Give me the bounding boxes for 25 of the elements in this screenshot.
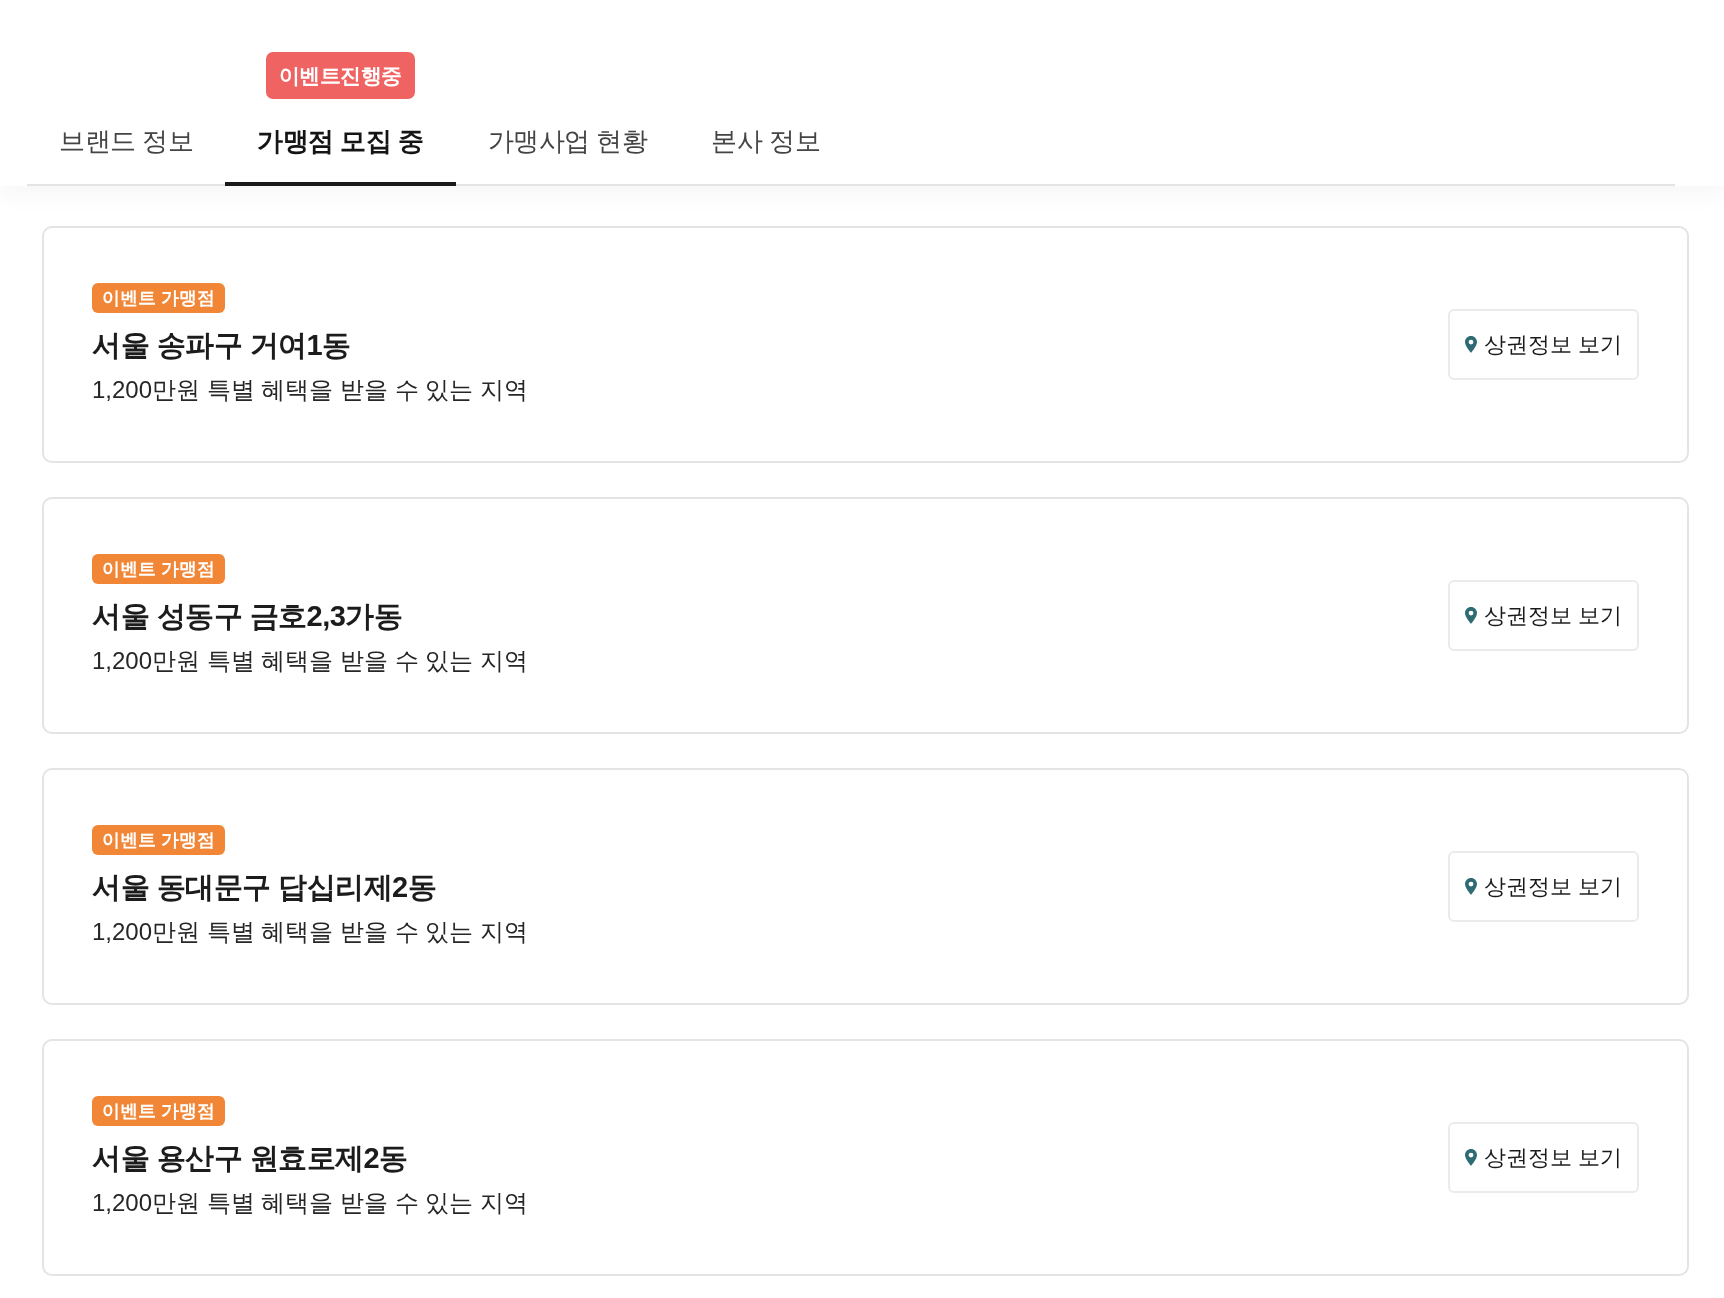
listing-title: 서울 동대문구 답십리제2동 [92,869,437,905]
area-info-button[interactable]: 상권정보 보기 [1448,851,1639,922]
listing-description: 1,200만원 특별 혜택을 받을 수 있는 지역 [92,645,529,676]
event-badge: 이벤트진행중 [265,52,415,99]
event-store-badge: 이벤트 가맹점 [92,553,225,584]
tab[interactable]: 브랜드 정보 [27,107,226,186]
location-pin-icon [1464,878,1477,895]
listing-description: 1,200만원 특별 혜택을 받을 수 있는 지역 [92,916,529,947]
listing-title: 서울 송파구 거여1동 [92,327,351,363]
listing-title: 서울 성동구 금호2,3가동 [92,598,403,634]
location-pin-icon [1464,1149,1477,1166]
tab[interactable]: 가맹사업 현황 [455,107,680,186]
listing-description: 1,200만원 특별 혜택을 받을 수 있는 지역 [92,1187,529,1218]
area-info-button[interactable]: 상권정보 보기 [1448,1122,1639,1193]
listing-title: 서울 용산구 원효로제2동 [92,1140,408,1176]
event-store-badge: 이벤트 가맹점 [92,282,225,313]
location-pin-icon [1464,336,1477,353]
event-store-badge: 이벤트 가맹점 [92,1095,225,1126]
listing-description: 1,200만원 특별 혜택을 받을 수 있는 지역 [92,374,529,405]
tab[interactable]: 본사 정보 [679,107,853,186]
location-pin-icon [1464,607,1477,624]
event-store-badge: 이벤트 가맹점 [92,824,225,855]
tab[interactable]: 가맹점 모집 중 [225,107,456,186]
area-info-button[interactable]: 상권정보 보기 [1448,309,1639,380]
area-info-button[interactable]: 상권정보 보기 [1448,580,1639,651]
